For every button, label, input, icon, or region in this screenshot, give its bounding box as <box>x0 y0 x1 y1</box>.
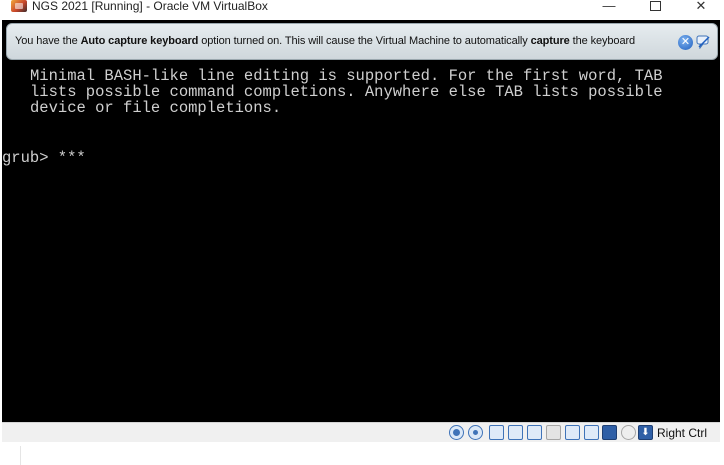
virtualization-icon[interactable] <box>602 425 617 440</box>
host-key-label: Right Ctrl <box>657 426 708 440</box>
desktop-background <box>0 442 724 465</box>
audio-icon[interactable] <box>489 425 504 440</box>
grub-prompt[interactable]: grub> *** <box>2 150 86 166</box>
grub-terminal: Minimal BASH-like line editing is suppor… <box>2 68 720 168</box>
mouse-integration-icon[interactable] <box>621 425 636 440</box>
notification-close-icon[interactable]: ✕ <box>678 35 693 50</box>
notification-text: You have the Auto capture keyboard optio… <box>15 35 635 47</box>
notification-text-part1: You have the <box>15 35 81 47</box>
notification-bold-capture: capture <box>530 35 570 47</box>
virtualbox-app-icon <box>11 0 27 12</box>
window-titlebar: NGS 2021 [Running] - Oracle VM VirtualBo… <box>0 0 724 14</box>
maximize-icon <box>649 1 661 11</box>
shared-folders-icon[interactable] <box>546 425 561 440</box>
vm-display[interactable]: You have the Auto capture keyboard optio… <box>2 20 720 422</box>
usb-icon[interactable] <box>527 425 542 440</box>
maximize-button[interactable] <box>632 0 678 14</box>
terminal-line: Minimal BASH-like line editing is suppor… <box>30 67 663 85</box>
display-icon[interactable] <box>565 425 580 440</box>
notification-text-part3: the keyboard <box>569 35 636 47</box>
close-window-button[interactable]: ✕ <box>678 0 724 14</box>
notification-message-icon[interactable] <box>696 35 711 49</box>
terminal-line: device or file completions. <box>30 99 282 117</box>
network-icon[interactable] <box>508 425 523 440</box>
notification-bold-auto-capture: Auto capture keyboard <box>80 35 199 47</box>
optical-drive-icon[interactable] <box>468 425 483 440</box>
terminal-line: lists possible command completions. Anyw… <box>30 83 663 101</box>
keyboard-capture-icon[interactable]: ⬇ <box>638 425 653 440</box>
minimize-icon: — <box>602 0 616 13</box>
window-title: NGS 2021 [Running] - Oracle VM VirtualBo… <box>32 0 268 13</box>
notification-text-part2: option turned on. This will cause the Vi… <box>198 35 531 47</box>
divider <box>20 446 21 465</box>
close-icon: ✕ <box>695 0 707 13</box>
auto-capture-keyboard-notification: You have the Auto capture keyboard optio… <box>6 23 718 60</box>
video-capture-icon[interactable] <box>584 425 599 440</box>
hard-disk-icon[interactable] <box>449 425 464 440</box>
vm-statusbar: ⬇ Right Ctrl <box>2 422 720 443</box>
minimize-button[interactable]: — <box>586 0 632 14</box>
